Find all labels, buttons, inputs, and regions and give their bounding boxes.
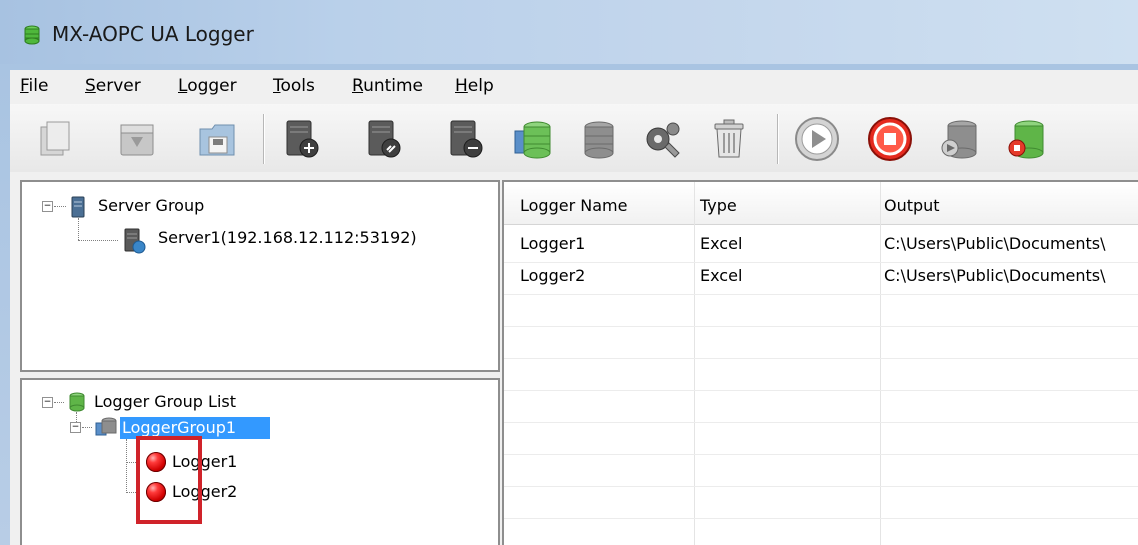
connect-server-button[interactable]	[356, 112, 410, 166]
menu-logger-label: ogger	[187, 76, 237, 96]
server-node-label[interactable]: Server1(192.168.12.112:53192)	[158, 228, 417, 247]
row-gridline	[504, 454, 1138, 455]
toolbar-separator	[777, 114, 779, 164]
menu-file-mnemonic: F	[20, 76, 29, 96]
column-header-logger-name[interactable]: Logger Name	[520, 196, 627, 215]
delete-button[interactable]	[702, 112, 756, 166]
row-gridline	[504, 294, 1138, 295]
column-header-type[interactable]: Type	[700, 196, 737, 215]
row1-logger-name: Logger1	[520, 234, 586, 253]
tree-connector	[76, 412, 77, 422]
status-highlight-box	[136, 436, 202, 524]
settings-icon	[646, 122, 680, 158]
row-gridline	[504, 262, 1138, 263]
menu-server[interactable]: Server	[85, 76, 141, 96]
row-gridline	[504, 518, 1138, 519]
add-server-button[interactable]	[274, 112, 328, 166]
logger-group-list-label[interactable]: Logger Group List	[94, 392, 236, 411]
menu-server-label: erver	[95, 76, 141, 96]
menu-runtime[interactable]: Runtime	[352, 76, 423, 96]
add-logger-group-button[interactable]	[506, 112, 560, 166]
stop-logger-button[interactable]	[1000, 112, 1054, 166]
menu-help-mnemonic: H	[455, 76, 468, 96]
run-logger-button[interactable]	[933, 112, 987, 166]
toolbar-separator	[263, 114, 265, 164]
column-divider[interactable]	[694, 182, 695, 545]
row2-logger-name: Logger2	[520, 266, 586, 285]
add-logger-group-icon	[514, 121, 551, 159]
logger-group-label[interactable]: LoggerGroup1	[122, 418, 236, 437]
remove-server-button[interactable]	[438, 112, 492, 166]
server-group-collapse-toggle[interactable]: −	[42, 201, 53, 212]
server-icon	[124, 228, 146, 254]
open-button[interactable]	[110, 112, 164, 166]
menu-server-mnemonic: S	[85, 76, 96, 96]
row1-output: C:\Users\Public\Documents\	[884, 234, 1106, 253]
menu-logger[interactable]: Logger	[178, 76, 237, 96]
app-database-icon	[24, 25, 40, 45]
row-gridline	[504, 390, 1138, 391]
row2-type: Excel	[700, 266, 743, 285]
logger-group-collapse-toggle[interactable]: −	[70, 422, 81, 433]
logger-group-icon	[584, 121, 614, 159]
save-button[interactable]	[190, 112, 244, 166]
logger-list-panel: Logger Name Type Output Logger1 Excel C:…	[502, 180, 1138, 545]
menu-logger-mnemonic: L	[178, 76, 188, 96]
tree-connector	[126, 439, 127, 493]
menu-help-label: elp	[467, 76, 494, 96]
play-icon	[795, 117, 839, 161]
window-title: MX-AOPC UA Logger	[52, 22, 254, 46]
server-group-icon	[71, 196, 85, 218]
menu-help[interactable]: Help	[455, 76, 494, 96]
logger-group-list-icon	[69, 392, 85, 412]
row2-output: C:\Users\Public\Documents\	[884, 266, 1106, 285]
toolbar	[10, 104, 1138, 173]
row-gridline	[504, 326, 1138, 327]
menu-runtime-label: untime	[363, 76, 424, 96]
title-bar[interactable]: MX-AOPC UA Logger	[0, 0, 1138, 64]
row-gridline	[504, 486, 1138, 487]
add-server-icon	[286, 120, 319, 158]
menu-file[interactable]: File	[20, 76, 48, 96]
open-icon	[120, 124, 154, 156]
remove-server-icon	[450, 120, 483, 158]
list-header: Logger Name Type Output	[504, 182, 1138, 225]
play-button[interactable]	[790, 112, 844, 166]
new-icon	[40, 121, 70, 156]
menu-file-label: ile	[28, 76, 49, 96]
row1-type: Excel	[700, 234, 743, 253]
stop-logger-icon	[1008, 120, 1044, 159]
stop-icon	[868, 117, 912, 161]
logger-group-list-collapse-toggle[interactable]: −	[42, 397, 53, 408]
tree-connector	[82, 427, 92, 428]
save-icon	[199, 124, 235, 156]
logger-tree-panel: − Logger Group List − LoggerGroup1 Logge…	[20, 378, 500, 545]
new-button[interactable]	[28, 112, 82, 166]
menu-tools-label: ools	[280, 76, 315, 96]
menu-bar: File Server Logger Tools Runtime Help	[10, 70, 1138, 105]
tree-connector	[78, 240, 118, 241]
row-gridline	[504, 422, 1138, 423]
main-area: − Server Group Server1(192.168.12.112:53…	[10, 172, 1138, 545]
row-gridline	[504, 358, 1138, 359]
stop-button[interactable]	[863, 112, 917, 166]
menu-tools-mnemonic: T	[273, 76, 281, 96]
logger-group-button[interactable]	[572, 112, 626, 166]
column-divider[interactable]	[880, 182, 881, 545]
app-window: MX-AOPC UA Logger File Server Logger Too…	[0, 0, 1138, 545]
run-logger-icon	[941, 120, 977, 159]
column-header-output[interactable]: Output	[884, 196, 940, 215]
delete-icon	[714, 119, 744, 158]
server-tree-panel: − Server Group Server1(192.168.12.112:53…	[20, 180, 500, 372]
tree-connector	[54, 206, 66, 207]
logger-group-icon	[95, 417, 117, 436]
menu-tools[interactable]: Tools	[273, 76, 315, 96]
server-group-label[interactable]: Server Group	[98, 196, 204, 215]
menu-runtime-mnemonic: R	[352, 76, 364, 96]
tree-connector	[78, 218, 79, 240]
settings-button[interactable]	[636, 112, 690, 166]
connect-server-icon	[368, 120, 401, 158]
tree-connector	[54, 402, 64, 403]
